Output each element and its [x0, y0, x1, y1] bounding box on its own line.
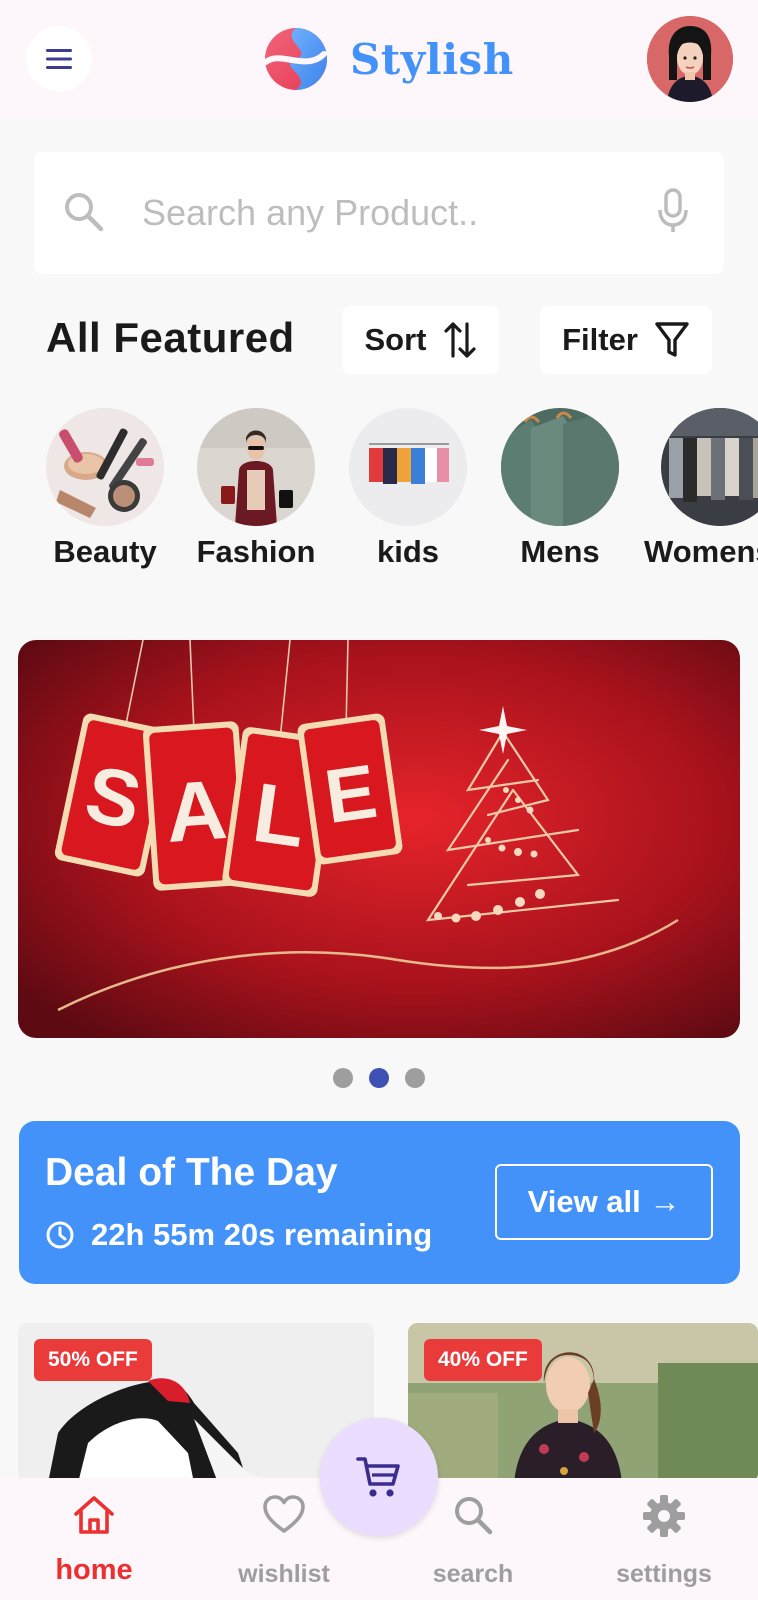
category-label: Beauty [53, 534, 157, 569]
filter-button[interactable]: Filter [540, 306, 712, 374]
deal-timer-text: 22h 55m 20s remaining [91, 1217, 433, 1252]
category-womens[interactable]: Womens [644, 408, 758, 570]
brand-name: Stylish [350, 34, 514, 84]
brand-logo: Stylish [256, 26, 514, 92]
sale-banner-image: S A L E [18, 640, 740, 1038]
carousel-indicator [0, 1068, 758, 1088]
gear-icon [643, 1495, 685, 1537]
carousel-dot-active[interactable] [369, 1068, 389, 1088]
product-card[interactable]: 40% OFF [408, 1323, 758, 1483]
top-app-bar: Stylish [0, 0, 758, 118]
sort-label: Sort [364, 322, 427, 357]
cart-icon [356, 1457, 400, 1497]
brand-logo-icon [263, 28, 327, 90]
category-fashion[interactable]: Fashion [191, 408, 321, 570]
nav-label: wishlist [238, 1560, 330, 1588]
category-kids[interactable]: kids [343, 408, 473, 570]
deal-title: Deal of The Day [45, 1151, 338, 1194]
discount-badge: 40% OFF [424, 1339, 542, 1381]
sort-arrows-icon [443, 322, 476, 358]
promo-banner-carousel[interactable]: S A L E [18, 640, 740, 1038]
user-avatar-image [647, 16, 733, 102]
heart-icon [263, 1495, 305, 1533]
home-icon [74, 1496, 114, 1534]
discount-badge: 50% OFF [34, 1339, 152, 1381]
filter-funnel-icon [655, 322, 689, 357]
nav-item-home[interactable]: home [24, 1478, 164, 1600]
svg-text:A: A [163, 762, 230, 860]
mic-icon[interactable] [656, 188, 690, 234]
search-icon [65, 193, 104, 232]
product-card[interactable]: 50% OFF [18, 1323, 374, 1483]
filter-label: Filter [562, 322, 638, 357]
category-image [197, 408, 315, 526]
category-image [661, 408, 758, 526]
search-icon [455, 1497, 493, 1535]
category-label: kids [376, 534, 440, 569]
menu-button[interactable] [26, 26, 92, 92]
category-label: Mens [520, 534, 600, 569]
category-beauty[interactable]: Beauty [40, 408, 170, 570]
search-input[interactable] [142, 190, 622, 236]
nav-label: settings [616, 1560, 712, 1588]
nav-label: search [432, 1560, 514, 1588]
category-label: Womens [644, 534, 758, 569]
user-avatar[interactable] [647, 16, 733, 102]
clock-icon [46, 1221, 74, 1249]
hamburger-menu-icon [46, 49, 72, 69]
deal-of-the-day-card: Deal of The Day 22h 55m 20s remaining Vi… [19, 1121, 740, 1284]
deal-timer: 22h 55m 20s remaining [45, 1217, 432, 1253]
category-image [349, 408, 467, 526]
category-image [46, 408, 164, 526]
cart-fab-button[interactable] [320, 1418, 438, 1536]
app-screen: Stylish Al [0, 0, 758, 1600]
view-all-button[interactable]: View all → [495, 1164, 713, 1240]
carousel-dot[interactable] [405, 1068, 425, 1088]
nav-item-settings[interactable]: settings [594, 1478, 734, 1600]
section-title: All Featured [46, 314, 295, 361]
category-label: Fashion [196, 534, 316, 569]
nav-label: home [55, 1554, 133, 1586]
carousel-dot[interactable] [333, 1068, 353, 1088]
category-mens[interactable]: Mens [495, 408, 625, 570]
view-all-label: View all → [527, 1184, 681, 1219]
category-image [501, 408, 619, 526]
sort-button[interactable]: Sort [342, 306, 499, 374]
search-bar[interactable] [34, 152, 724, 274]
